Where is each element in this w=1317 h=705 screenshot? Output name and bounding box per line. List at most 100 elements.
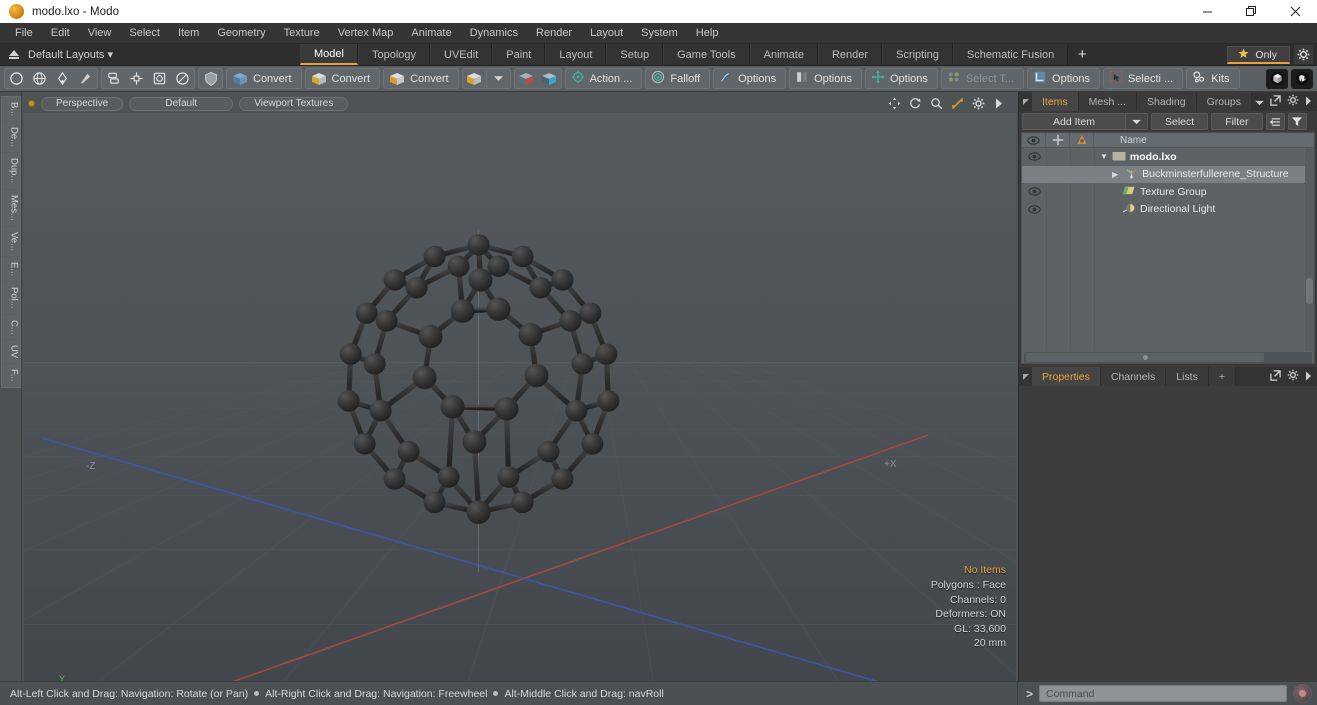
kits-button[interactable]: Kits	[1186, 68, 1240, 89]
tab-properties[interactable]: Properties	[1032, 367, 1101, 386]
scrollbar-thumb[interactable]	[1306, 278, 1313, 304]
layout-selector[interactable]: Default Layouts ▾	[0, 44, 300, 65]
chevron-right-icon[interactable]	[1305, 93, 1312, 111]
3d-viewport[interactable]: Y -Z +X No Items Polygons : Face Channel…	[24, 113, 1016, 681]
item-tree-body[interactable]: ▼ modo.lxo ▶ Buckminsterfullerene_Struct…	[1022, 148, 1314, 351]
left-tab-polygon[interactable]: Pol...	[1, 281, 20, 314]
chevron-right-icon[interactable]	[1305, 368, 1312, 386]
funnel-icon[interactable]	[1287, 113, 1307, 130]
cube-gold-icon[interactable]	[463, 69, 486, 88]
chevron-down-icon[interactable]	[1255, 93, 1264, 111]
item-tree-scene-row[interactable]: ▼ modo.lxo	[1094, 149, 1177, 164]
minimize-icon[interactable]	[1185, 0, 1229, 23]
eye-icon[interactable]	[1022, 205, 1046, 214]
select-through-button[interactable]: Select T...	[940, 68, 1025, 89]
close-icon[interactable]	[1273, 0, 1317, 23]
circle-icon[interactable]	[5, 69, 28, 88]
fit-icon[interactable]	[950, 97, 964, 111]
default-layouts-label[interactable]: Default Layouts ▾	[28, 48, 113, 61]
zoom-icon[interactable]	[929, 97, 943, 111]
array-icon[interactable]	[125, 69, 148, 88]
menu-view[interactable]: View	[79, 23, 121, 44]
menu-render[interactable]: Render	[527, 23, 581, 44]
layout-tab-scripting[interactable]: Scripting	[882, 44, 953, 65]
menu-file[interactable]: File	[6, 23, 42, 44]
chevron-right-icon[interactable]	[992, 97, 1006, 111]
add-layout-tab-button[interactable]: +	[1068, 44, 1096, 65]
selection-sets-button[interactable]: Selecti ...	[1102, 68, 1184, 89]
layout-tab-game-tools[interactable]: Game Tools	[663, 44, 750, 65]
preset-cube-icon[interactable]	[1266, 68, 1288, 89]
cube-red-icon[interactable]	[515, 69, 538, 88]
falloff-button[interactable]: Falloff	[645, 68, 711, 89]
left-tab-mesh-edit[interactable]: Mes...	[1, 189, 20, 226]
workplane-options-button[interactable]: Options	[1027, 68, 1100, 89]
eye-icon[interactable]	[1022, 187, 1046, 196]
chevron-down-icon[interactable]	[487, 69, 510, 88]
item-tree[interactable]: Name ▼ modo.lxo ▶ Buckminsterfullerene_S…	[1021, 132, 1315, 364]
menu-help[interactable]: Help	[687, 23, 728, 44]
viewport-active-dot[interactable]	[28, 100, 35, 107]
menu-layout[interactable]: Layout	[581, 23, 632, 44]
layout-tab-topology[interactable]: Topology	[357, 44, 431, 65]
record-icon[interactable]	[1293, 684, 1312, 703]
left-tab-vertex[interactable]: Ve...	[1, 226, 20, 256]
chevron-down-icon[interactable]	[1125, 114, 1147, 129]
action-center-button[interactable]: Action ...	[564, 68, 643, 89]
tab-shading[interactable]: Shading	[1137, 92, 1197, 111]
sort-icon[interactable]	[1265, 113, 1285, 130]
gear-icon[interactable]	[971, 97, 985, 111]
shield-icon[interactable]	[199, 69, 222, 88]
convert-button-3[interactable]: Convert	[383, 68, 459, 89]
layout-tab-animate[interactable]: Animate	[749, 44, 818, 65]
render-icon[interactable]	[1070, 133, 1094, 147]
menu-animate[interactable]: Animate	[402, 23, 460, 44]
cube-cyan-icon[interactable]	[538, 69, 561, 88]
menu-vertex-map[interactable]: Vertex Map	[329, 23, 403, 44]
tab-add[interactable]: +	[1208, 367, 1236, 386]
table-row[interactable]: Directional Light	[1022, 201, 1314, 219]
left-tab-basic[interactable]: B...	[1, 97, 20, 122]
square-o-icon[interactable]	[148, 69, 171, 88]
item-tree-texture-group-row[interactable]: Texture Group	[1094, 184, 1207, 199]
panel-collapse-icon[interactable]	[1019, 92, 1032, 111]
add-item-button[interactable]: Add Item	[1022, 113, 1148, 130]
menu-geometry[interactable]: Geometry	[208, 23, 274, 44]
unreal-icon[interactable]	[1291, 68, 1313, 89]
collapse-arrow-icon[interactable]	[6, 47, 22, 63]
layout-tab-setup[interactable]: Setup	[606, 44, 664, 65]
expand-icon[interactable]	[1270, 368, 1281, 386]
menu-edit[interactable]: Edit	[42, 23, 79, 44]
restore-icon[interactable]	[1229, 0, 1273, 23]
left-tab-curve[interactable]: C...	[1, 314, 20, 340]
gear-icon[interactable]	[1287, 368, 1299, 386]
command-input[interactable]	[1039, 685, 1287, 702]
convert-button-2[interactable]: Convert	[304, 68, 381, 89]
globe-icon[interactable]	[28, 69, 51, 88]
convert-button-1[interactable]: Convert	[226, 68, 302, 89]
layout-tab-render[interactable]: Render	[817, 44, 883, 65]
eye-icon[interactable]	[1022, 152, 1046, 161]
tab-channels[interactable]: Channels	[1100, 367, 1167, 386]
snap-options-button[interactable]: Options	[713, 68, 787, 89]
item-tree-mesh-row[interactable]: ▶ Buckminsterfullerene_Structure	[1094, 167, 1289, 182]
stack-icon[interactable]	[102, 69, 125, 88]
pan-icon[interactable]	[887, 97, 901, 111]
item-tree-horizontal-scrollbar[interactable]	[1024, 352, 1312, 363]
tab-groups[interactable]: Groups	[1196, 92, 1253, 111]
sculpt-icon[interactable]	[74, 69, 97, 88]
rotate-icon[interactable]	[908, 97, 922, 111]
only-toggle-button[interactable]: Only	[1227, 45, 1290, 64]
eye-icon[interactable]	[1022, 133, 1046, 147]
twirl-down-icon[interactable]: ▼	[1100, 152, 1108, 161]
menu-dynamics[interactable]: Dynamics	[461, 23, 527, 44]
pen-icon[interactable]	[51, 69, 74, 88]
left-tab-uv[interactable]: UV	[1, 340, 20, 364]
circle-o-icon[interactable]	[171, 69, 194, 88]
panel-collapse-icon[interactable]	[1019, 367, 1032, 386]
tab-lists[interactable]: Lists	[1166, 367, 1209, 386]
expand-icon[interactable]	[1270, 93, 1281, 111]
table-row[interactable]: Texture Group	[1022, 183, 1314, 201]
layout-tab-layout[interactable]: Layout	[545, 44, 607, 65]
viewport-projection-selector[interactable]: Perspective	[41, 96, 124, 111]
